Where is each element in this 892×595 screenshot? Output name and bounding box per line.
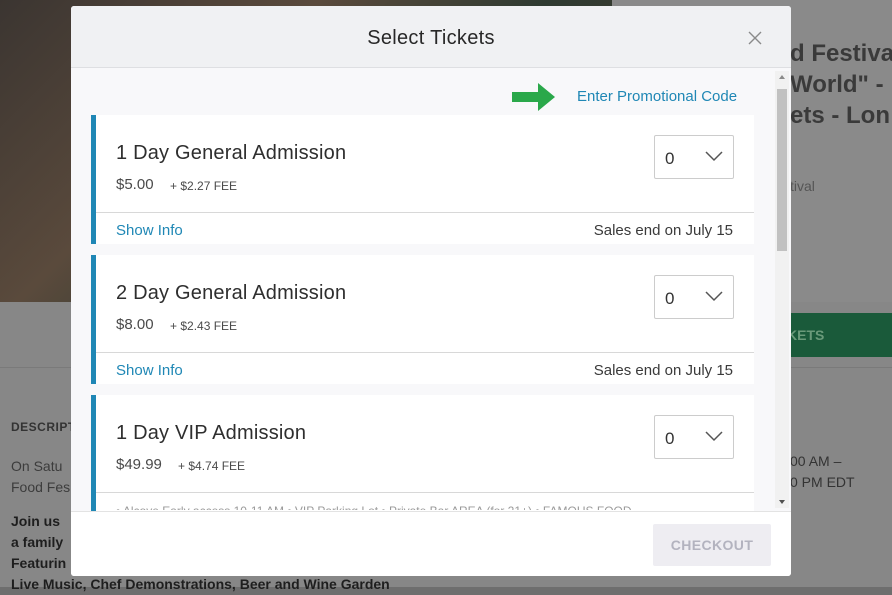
ticket-card: 1 Day VIP Admission $49.99 + $4.74 FEE 0… [91,395,754,511]
description-text: On Satu Food Fes [11,458,71,495]
scrollbar-thumb[interactable] [777,89,787,251]
background-tickets-button: KETS [787,313,892,357]
show-info-link[interactable]: Show Info [116,222,183,239]
ticket-accent-bar [91,115,96,244]
ticket-fee: + $2.27 FEE [170,179,238,193]
ticket-price: $8.00 [116,316,154,333]
modal-footer: CHECKOUT [71,511,791,576]
ticket-price: $5.00 [116,176,154,193]
background-tickets-label: KETS [787,327,825,343]
ticket-name: 2 Day General Admission [116,282,347,304]
event-time: 00 AM – 0 PM EDT [790,453,855,490]
ticket-accent-bar [91,395,96,511]
description-heading: DESCRIPT [11,420,76,434]
quantity-value: 0 [665,429,675,448]
ticket-divider [96,352,754,353]
quantity-value: 0 [665,149,675,168]
close-icon [748,31,762,45]
event-title: d Festiva World" - ets - Lon [790,40,892,129]
arrow-right-icon [512,83,555,111]
quantity-value: 0 [665,289,675,308]
ticket-name: 1 Day VIP Admission [116,422,307,444]
ticket-list: Enter Promotional Code 1 Day General Adm… [71,68,791,511]
ticket-description-clipped: • Alcove Early access 10-11 AM • VIP Par… [116,504,736,510]
ticket-price: $49.99 [116,456,162,473]
quantity-select[interactable]: 0 [654,415,734,459]
ticket-divider [96,212,754,213]
enter-promo-code-link[interactable]: Enter Promotional Code [577,88,737,105]
close-button[interactable] [743,26,767,50]
chevron-down-icon [705,291,723,302]
select-tickets-modal: Select Tickets Enter Promotional Code 1 … [71,6,791,576]
show-info-link[interactable]: Show Info [116,362,183,379]
scroll-up-icon[interactable] [779,75,785,79]
chevron-down-icon [705,151,723,162]
sales-end-text: Sales end on July 15 [593,222,733,239]
modal-header: Select Tickets [71,6,791,68]
ticket-accent-bar [91,255,96,384]
checkout-button[interactable]: CHECKOUT [653,524,771,566]
quantity-select[interactable]: 0 [654,135,734,179]
ticket-fee: + $2.43 FEE [170,319,238,333]
event-organizer: tival [790,178,815,194]
ticket-name: 1 Day General Admission [116,142,347,164]
ticket-divider [96,492,754,493]
ticket-card: 1 Day General Admission $5.00 + $2.27 FE… [91,115,754,244]
sales-end-text: Sales end on July 15 [593,362,733,379]
ticket-fee: + $4.74 FEE [178,459,246,473]
ticket-card: 2 Day General Admission $8.00 + $2.43 FE… [91,255,754,384]
chevron-down-icon [705,431,723,442]
scroll-down-icon[interactable] [779,500,785,504]
scrollbar[interactable] [775,71,789,508]
modal-title: Select Tickets [367,27,495,49]
quantity-select[interactable]: 0 [654,275,734,319]
